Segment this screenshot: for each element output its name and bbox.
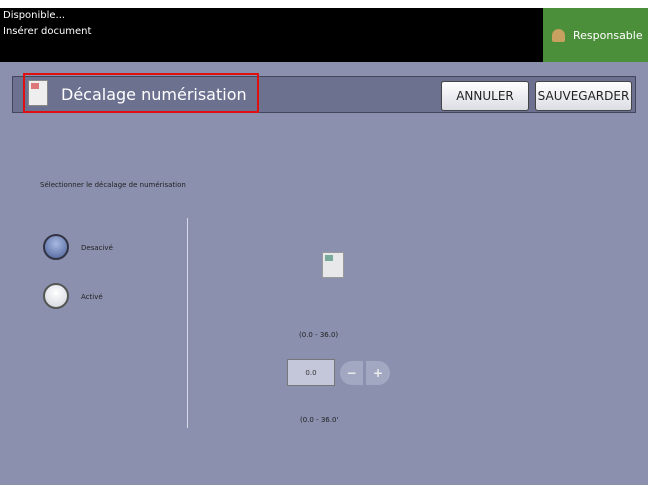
minus-icon: − [346,366,357,380]
increment-button[interactable]: + [366,361,390,385]
page-title: Décalage numérisation [61,85,247,104]
cancel-button[interactable]: ANNULER [441,81,529,111]
user-icon [552,28,565,42]
range-label: (0.0 - 36.0' [300,416,339,424]
status-message: Insérer document [3,26,92,37]
scan-document-icon [28,80,48,106]
plus-icon: + [372,366,384,380]
save-button[interactable]: SAUVEGARDER [535,81,632,111]
status-text: Disponible... [3,10,66,21]
value-input[interactable]: 0.0 [287,359,335,386]
user-label: Responsable [573,28,643,42]
divider [187,218,188,428]
range-label: (0.0 - 36.0) [299,331,339,339]
value-text: 0.0 [305,368,317,377]
radio-desactive[interactable] [43,234,69,260]
user-button[interactable]: Responsable [543,8,648,62]
decrement-button[interactable]: − [340,361,363,385]
radio-active[interactable] [43,283,69,309]
prompt-label: Sélectionner le décalage de numérisation [40,181,186,189]
scan-document-icon [322,252,344,278]
option-label: Desacivé [81,244,113,252]
option-label: Activé [81,293,103,301]
main-panel: Décalage numérisation ANNULER SAUVEGARDE… [0,62,648,485]
